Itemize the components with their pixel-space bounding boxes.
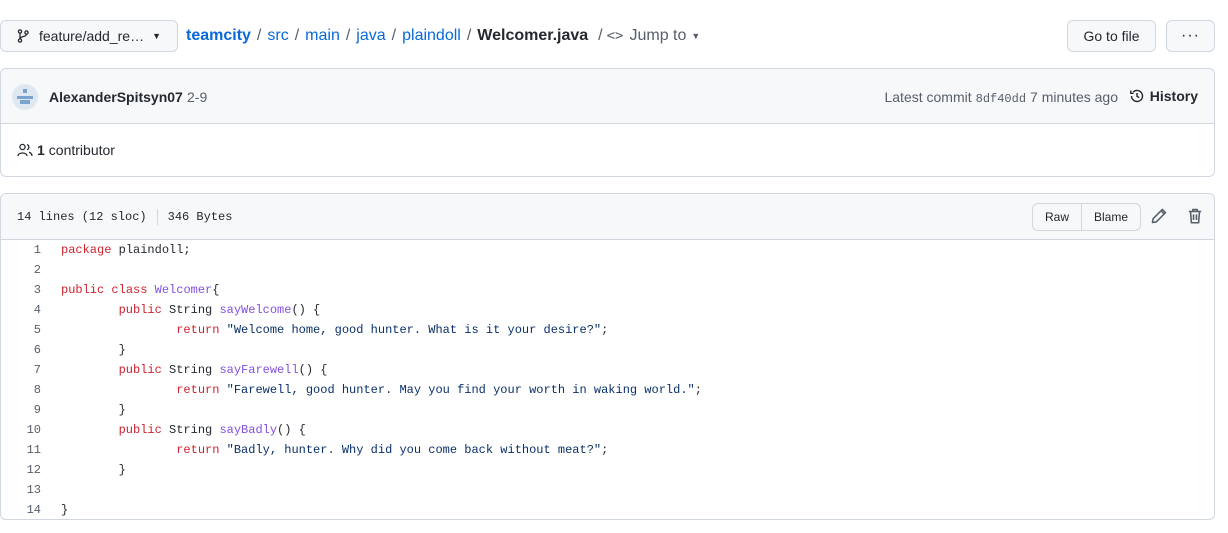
file-view-buttons: Raw Blame (1032, 203, 1142, 231)
people-icon (17, 143, 33, 157)
breadcrumb-filename: Welcomer.java (477, 27, 589, 44)
blame-button[interactable]: Blame (1081, 204, 1140, 230)
raw-button[interactable]: Raw (1033, 204, 1081, 230)
code-text: public String sayBadly() { (118, 423, 306, 437)
line-number[interactable]: 6 (1, 340, 41, 360)
line-number[interactable]: 7 (1, 360, 41, 380)
code-icon: <> (606, 28, 624, 44)
code-line: 1 package plaindoll; (1, 240, 1214, 260)
history-icon (1129, 89, 1143, 103)
line-number[interactable]: 2 (1, 260, 41, 280)
code-line: 8 return "Farewell, good hunter. May you… (1, 380, 1214, 400)
commit-info-box: AlexanderSpitsyn07 2-9 Latest commit 8df… (0, 68, 1215, 177)
breadcrumb-plaindoll-link[interactable]: plaindoll (402, 27, 461, 45)
breadcrumb-main-link[interactable]: main (305, 27, 340, 45)
branch-name: feature/add_re… (39, 28, 145, 44)
commit-author-link[interactable]: AlexanderSpitsyn07 (49, 89, 183, 105)
code-text: public String sayWelcome() { (118, 303, 321, 317)
code-line: 5 return "Welcome home, good hunter. Wha… (1, 320, 1214, 340)
jump-to-button[interactable]: / <> Jump to ▼ (598, 27, 700, 45)
commit-sha-link[interactable]: 8df40dd (976, 92, 1026, 106)
latest-commit-bar: AlexanderSpitsyn07 2-9 Latest commit 8df… (1, 69, 1214, 124)
code-text: } (61, 343, 126, 357)
line-number[interactable]: 14 (1, 500, 41, 520)
code-text: return "Farewell, good hunter. May you f… (176, 383, 702, 397)
line-number[interactable]: 8 (1, 380, 41, 400)
jump-to-label: Jump to (629, 27, 687, 44)
code-line: 11 return "Badly, hunter. Why did you co… (1, 440, 1214, 460)
line-number[interactable]: 13 (1, 480, 41, 500)
code-line: 7 public String sayFarewell() { (1, 360, 1214, 380)
line-number[interactable]: 5 (1, 320, 41, 340)
code-text: return "Welcome home, good hunter. What … (176, 323, 609, 337)
line-number[interactable]: 12 (1, 460, 41, 480)
avatar[interactable] (12, 84, 38, 110)
file-size: 346 Bytes (167, 210, 233, 224)
code-line: 3 public class Welcomer{ (1, 280, 1214, 300)
history-label: History (1149, 88, 1198, 104)
more-options-button[interactable]: ··· (1166, 20, 1215, 52)
breadcrumb-repo-link[interactable]: teamcity (186, 27, 251, 45)
line-number[interactable]: 9 (1, 400, 41, 420)
code-line: 6 } (1, 340, 1214, 360)
commit-message-link[interactable]: 2-9 (187, 89, 207, 105)
trash-icon[interactable] (1186, 207, 1204, 225)
branch-select-button[interactable]: feature/add_re… ▼ (0, 20, 178, 52)
line-number[interactable]: 11 (1, 440, 41, 460)
line-number[interactable]: 10 (1, 420, 41, 440)
code-line: 9 } (1, 400, 1214, 420)
file-viewer: 14 lines (12 sloc) 346 Bytes Raw Blame 1… (0, 193, 1215, 520)
code-text: package plaindoll; (61, 243, 191, 257)
pencil-icon[interactable] (1150, 207, 1168, 225)
code-line: 10 public String sayBadly() { (1, 420, 1214, 440)
contributors-label: contributor (48, 142, 115, 158)
file-header: 14 lines (12 sloc) 346 Bytes Raw Blame (1, 194, 1214, 240)
latest-commit-details: Latest commit 8df40dd 7 minutes ago (884, 89, 1118, 106)
code-line: 4 public String sayWelcome() { (1, 300, 1214, 320)
latest-commit-label: Latest commit (884, 89, 972, 105)
code-block: 1 package plaindoll; 2 3 public class Welcom… (1, 240, 1214, 520)
code-line: 2 (1, 260, 1214, 280)
breadcrumb-src-link[interactable]: src (267, 27, 288, 45)
code-text: public String sayFarewell() { (118, 363, 328, 377)
history-button[interactable]: History (1129, 88, 1198, 104)
contributors-link[interactable]: 1 contributor (17, 142, 115, 158)
divider (156, 209, 158, 225)
line-number[interactable]: 3 (1, 280, 41, 300)
file-navigation: feature/add_re… ▼ teamcity / src / main … (0, 20, 1215, 53)
code-text: public class Welcomer{ (61, 283, 220, 297)
code-line: 14} (1, 500, 1214, 520)
code-text: } (61, 463, 126, 477)
breadcrumb: teamcity / src / main / java / plaindoll… (186, 27, 701, 45)
code-line: 12 } (1, 460, 1214, 480)
caret-down-icon: ▼ (152, 31, 161, 41)
code-line: 13 (1, 480, 1214, 500)
code-text: } (61, 503, 69, 517)
file-info: 14 lines (12 sloc) 346 Bytes (17, 209, 232, 225)
code-text: return "Badly, hunter. Why did you come … (176, 443, 609, 457)
git-branch-icon (17, 29, 29, 43)
go-to-file-button[interactable]: Go to file (1067, 20, 1156, 52)
caret-down-icon: ▼ (691, 31, 701, 41)
file-lines-count: 14 lines (12 sloc) (17, 210, 147, 224)
code-text: } (61, 403, 126, 417)
contributors-count: 1 (37, 142, 45, 158)
line-number[interactable]: 1 (1, 240, 41, 260)
commit-time: 7 minutes ago (1030, 89, 1118, 105)
breadcrumb-java-link[interactable]: java (356, 27, 385, 45)
line-number[interactable]: 4 (1, 300, 41, 320)
